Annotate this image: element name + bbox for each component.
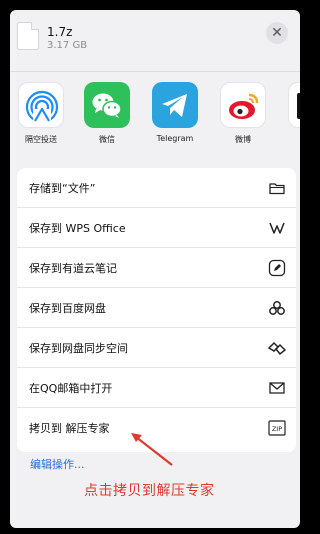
app-weibo[interactable]: 微博	[214, 82, 272, 158]
annotation-arrow	[131, 433, 173, 466]
action-save-to-sync-space[interactable]: 保存到网盘同步空间	[17, 328, 296, 368]
telegram-icon	[152, 82, 198, 128]
wechat-icon	[84, 82, 130, 128]
baidu-netdisk-icon	[269, 301, 285, 315]
app-label: Telegram	[156, 134, 194, 143]
screen-frame: 1.7z 3.17 GB ✕ 隔空投送 微信 Telegram 微博 存储到“文…	[0, 0, 310, 534]
action-label: 保存到百度网盘	[29, 302, 106, 315]
action-list: 存储到“文件” 保存到 WPS Office 保存到有道云笔记 保存到百度网盘 …	[17, 168, 296, 452]
app-row: 隔空投送 微信 Telegram 微博	[10, 82, 300, 160]
app-label: 隔空投送	[25, 135, 57, 144]
folder-icon	[269, 183, 285, 195]
action-label: 拷贝到 解压专家	[29, 422, 110, 435]
close-button[interactable]: ✕	[266, 22, 288, 44]
zip-icon-text: ZIP	[272, 425, 282, 433]
mail-icon	[269, 382, 285, 394]
sync-space-icon	[268, 341, 286, 356]
app-airdrop[interactable]: 隔空投送	[12, 82, 70, 158]
file-name: 1.7z	[47, 25, 73, 39]
file-icon	[17, 22, 39, 50]
action-open-in-qq-mail[interactable]: 在QQ邮箱中打开	[17, 368, 296, 408]
edit-actions-link[interactable]: 编辑操作...	[30, 456, 85, 472]
app-partial-icon	[288, 82, 300, 128]
youdao-note-icon	[268, 259, 286, 277]
app-telegram[interactable]: Telegram	[146, 82, 204, 158]
share-sheet: 1.7z 3.17 GB ✕ 隔空投送 微信 Telegram 微博 存储到“文…	[10, 10, 300, 528]
app-label: 微信	[99, 135, 115, 144]
app-more-partial[interactable]	[282, 82, 300, 158]
action-label: 保存到有道云笔记	[29, 262, 117, 275]
weibo-icon	[220, 82, 266, 128]
action-save-to-files[interactable]: 存储到“文件”	[17, 168, 296, 208]
file-size: 3.17 GB	[47, 40, 88, 51]
action-label: 在QQ邮箱中打开	[29, 382, 113, 395]
app-label: 微博	[235, 135, 251, 144]
action-save-to-youdao[interactable]: 保存到有道云笔记	[17, 248, 296, 288]
app-wechat[interactable]: 微信	[78, 82, 136, 158]
action-label: 保存到 WPS Office	[29, 222, 126, 235]
action-label: 保存到网盘同步空间	[29, 342, 128, 355]
airdrop-icon	[18, 82, 64, 128]
action-save-to-baidu[interactable]: 保存到百度网盘	[17, 288, 296, 328]
annotation-text: 点击拷贝到解压专家	[84, 483, 215, 499]
action-label: 存储到“文件”	[29, 182, 96, 195]
action-save-to-wps[interactable]: 保存到 WPS Office	[17, 208, 296, 248]
zip-icon: ZIP	[268, 420, 286, 436]
wps-icon	[269, 222, 285, 234]
share-sheet-header: 1.7z 3.17 GB ✕	[10, 10, 300, 72]
